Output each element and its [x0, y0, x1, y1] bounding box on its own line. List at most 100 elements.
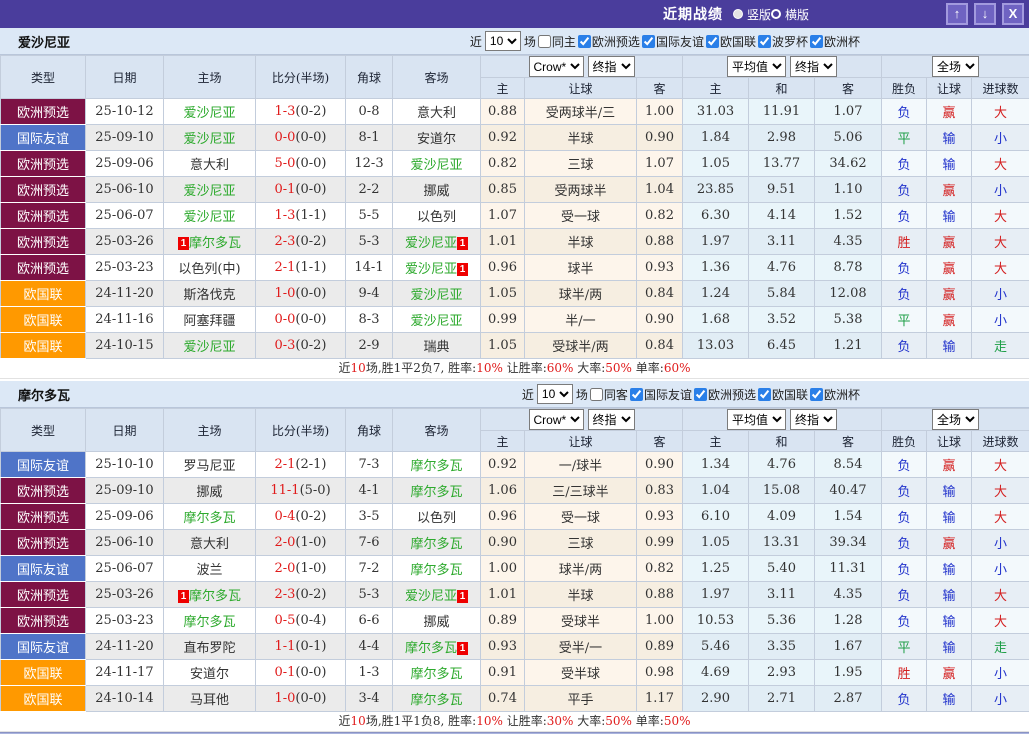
- match-row: 欧洲预选25-06-10意大利2-0(1-0)7-6摩尔多瓦0.90三球0.99…: [1, 530, 1029, 556]
- away-team: 挪威: [393, 177, 481, 203]
- league-checkbox[interactable]: [630, 388, 643, 401]
- bookmaker-select[interactable]: Crow*: [529, 409, 584, 430]
- average-select[interactable]: 平均值: [727, 56, 786, 77]
- result-wdl: 负: [882, 255, 927, 281]
- league-type: 欧洲预选: [1, 177, 86, 203]
- average-time-select[interactable]: 终指: [790, 409, 837, 430]
- league-filter[interactable]: 欧国联: [756, 386, 808, 403]
- handicap-time-select[interactable]: 终指: [588, 409, 635, 430]
- team-section: 爱沙尼亚 近10场同主欧洲预选国际友谊欧国联波罗杯欧洲杯 类型日期主场比分(半场…: [0, 28, 1029, 379]
- league-filter[interactable]: 欧国联: [704, 33, 756, 50]
- corner-score: 12-3: [346, 151, 393, 177]
- col-subheader: 胜负: [882, 431, 927, 452]
- period-select[interactable]: 全场: [932, 409, 979, 430]
- league-filter[interactable]: 欧洲预选: [576, 33, 640, 50]
- match-score: 2-0(1-0): [256, 530, 346, 556]
- handicap-away-odds: 0.82: [637, 203, 683, 229]
- avg-away-odds: 1.67: [815, 634, 882, 660]
- league-filter-label: 欧国联: [720, 33, 756, 50]
- match-score: 1-0(0-0): [256, 686, 346, 712]
- handicap-home-odds: 0.89: [481, 608, 525, 634]
- league-checkbox[interactable]: [706, 35, 719, 48]
- col-header: 客场: [393, 56, 481, 99]
- same-venue-checkbox[interactable]: [538, 35, 551, 48]
- bookmaker-select[interactable]: Crow*: [529, 56, 584, 77]
- league-checkbox[interactable]: [758, 35, 771, 48]
- league-filter[interactable]: 欧洲预选: [692, 386, 756, 403]
- col-subheader: 和: [749, 78, 815, 99]
- league-filter[interactable]: 欧洲杯: [808, 386, 860, 403]
- match-date: 24-11-17: [86, 660, 164, 686]
- match-row: 国际友谊25-09-10爱沙尼亚0-0(0-0)8-1安道尔0.92半球0.90…: [1, 125, 1029, 151]
- handicap-time-select[interactable]: 终指: [588, 56, 635, 77]
- league-filter-label: 国际友谊: [656, 33, 704, 50]
- league-filter[interactable]: 欧洲杯: [808, 33, 860, 50]
- match-date: 25-09-10: [86, 478, 164, 504]
- league-filter[interactable]: 波罗杯: [756, 33, 808, 50]
- col-header: 日期: [86, 56, 164, 99]
- odds-group-header: Crow*终指: [481, 56, 683, 78]
- result-wdl: 负: [882, 686, 927, 712]
- home-team: 马耳他: [164, 686, 256, 712]
- up-button[interactable]: ↑: [946, 3, 968, 25]
- odds-group-header: 平均值终指: [683, 409, 882, 431]
- avg-draw-odds: 3.35: [749, 634, 815, 660]
- league-type: 欧洲预选: [1, 151, 86, 177]
- away-team: 意大利: [393, 99, 481, 125]
- league-filter-label: 欧洲杯: [824, 33, 860, 50]
- down-button[interactable]: ↓: [974, 3, 996, 25]
- league-checkbox[interactable]: [810, 388, 823, 401]
- full-score: 1-3: [274, 208, 295, 223]
- avg-away-odds: 5.38: [815, 307, 882, 333]
- period-select[interactable]: 全场: [932, 56, 979, 77]
- league-checkbox[interactable]: [810, 35, 823, 48]
- result-wdl: 负: [882, 556, 927, 582]
- league-checkbox[interactable]: [642, 35, 655, 48]
- handicap-home-odds: 1.06: [481, 478, 525, 504]
- match-date: 25-09-10: [86, 125, 164, 151]
- handicap-line: 半球: [525, 125, 637, 151]
- result-wdl: 负: [882, 582, 927, 608]
- same-venue-filter[interactable]: 同主: [536, 33, 576, 50]
- result-handicap: 输: [927, 582, 972, 608]
- avg-home-odds: 6.10: [683, 504, 749, 530]
- match-count-select[interactable]: 10: [537, 384, 573, 404]
- avg-home-odds: 1.24: [683, 281, 749, 307]
- result-wdl: 平: [882, 634, 927, 660]
- col-subheader: 让球: [927, 431, 972, 452]
- average-select[interactable]: 平均值: [727, 409, 786, 430]
- league-type: 欧洲预选: [1, 504, 86, 530]
- corner-score: 7-3: [346, 452, 393, 478]
- result-handicap: 赢: [927, 452, 972, 478]
- handicap-home-odds: 0.90: [481, 530, 525, 556]
- same-venue-checkbox[interactable]: [590, 388, 603, 401]
- match-count-select[interactable]: 10: [485, 31, 521, 51]
- league-filter[interactable]: 国际友谊: [640, 33, 704, 50]
- away-team-name: 摩尔多瓦: [410, 459, 462, 474]
- league-checkbox[interactable]: [758, 388, 771, 401]
- league-filter[interactable]: 国际友谊: [628, 386, 692, 403]
- league-checkbox[interactable]: [578, 35, 591, 48]
- same-venue-filter[interactable]: 同客: [588, 386, 628, 403]
- handicap-line: 三球: [525, 530, 637, 556]
- match-row: 欧洲预选25-09-06摩尔多瓦0-4(0-2)3-5以色列0.96受一球0.9…: [1, 504, 1029, 530]
- horizontal-layout-radio[interactable]: 横版: [771, 6, 809, 23]
- home-team: 爱沙尼亚: [164, 125, 256, 151]
- average-time-select[interactable]: 终指: [790, 56, 837, 77]
- close-button[interactable]: X: [1002, 3, 1024, 25]
- league-checkbox[interactable]: [694, 388, 707, 401]
- vertical-layout-radio[interactable]: 竖版: [733, 6, 771, 23]
- avg-home-odds: 1.36: [683, 255, 749, 281]
- result-handicap: 赢: [927, 177, 972, 203]
- away-team: 爱沙尼亚1: [393, 229, 481, 255]
- result-handicap: 赢: [927, 99, 972, 125]
- corner-score: 6-6: [346, 608, 393, 634]
- match-score: 1-1(0-1): [256, 634, 346, 660]
- home-team-name: 爱沙尼亚: [183, 132, 235, 147]
- half-score: (0-2): [295, 104, 326, 119]
- result-handicap: 赢: [927, 229, 972, 255]
- result-handicap: 输: [927, 125, 972, 151]
- league-filter-label: 国际友谊: [644, 386, 692, 403]
- match-date: 24-11-20: [86, 634, 164, 660]
- summary-segment: 60%: [664, 361, 691, 375]
